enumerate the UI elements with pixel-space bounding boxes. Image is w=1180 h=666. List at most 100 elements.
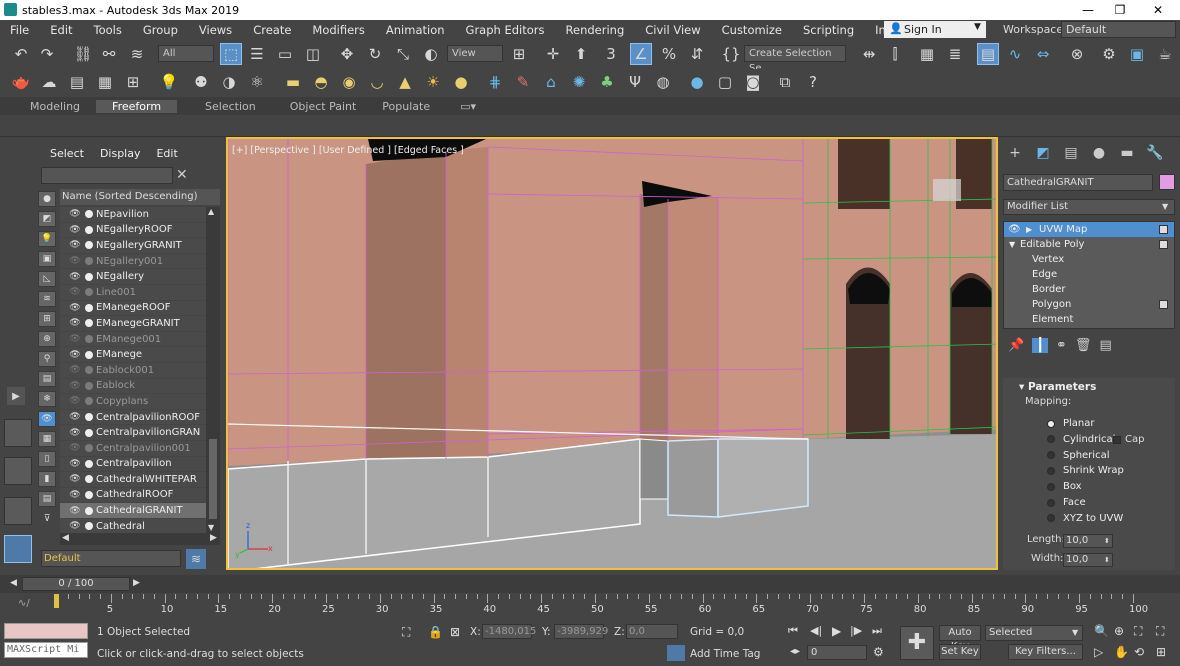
select-by-name-icon[interactable]: ☰ (246, 43, 268, 65)
goto-end-icon[interactable]: ⏭ (872, 624, 882, 638)
freeze-dot-icon[interactable] (85, 397, 93, 406)
freeze-dot-icon[interactable] (85, 428, 93, 437)
visibility-eye-icon[interactable]: 👁 (68, 459, 82, 469)
render-frame-icon[interactable]: ▤ (66, 71, 88, 93)
named-selection-dropdown[interactable]: Create Selection Se (744, 45, 846, 74)
modifier-stack-item[interactable]: ▼ Editable Poly (1004, 237, 1174, 252)
menu-scripting[interactable]: Scripting (793, 23, 865, 37)
scroll-right-icon[interactable]: ▶ (210, 533, 217, 543)
zoom-extents-all-icon[interactable]: ⛶ (1156, 624, 1164, 639)
scene-list-item[interactable]: 👁 EManege001 (60, 331, 206, 348)
freeze-dot-icon[interactable] (85, 381, 93, 390)
align-icon[interactable]: ⫿ (884, 43, 906, 65)
filter-frozen-icon[interactable]: ❄ (38, 391, 56, 407)
scene-list-item[interactable]: 👁 NEgallery001 (60, 253, 206, 270)
menu-graph-editors[interactable]: Graph Editors (456, 23, 556, 37)
render-window-icon[interactable]: ▢ (714, 71, 736, 93)
dome-primitive-icon[interactable]: ◓ (310, 71, 332, 93)
scene-list-item[interactable]: 👁 EManege (60, 347, 206, 363)
visibility-eye-icon[interactable]: 👁 (68, 381, 82, 391)
schematic-view-icon[interactable]: ⇔ (1032, 43, 1054, 65)
time-prev-icon[interactable]: ◀ (10, 578, 17, 588)
curve-editor-icon[interactable]: ∿ (1004, 43, 1026, 65)
z-coord-field[interactable]: 0,0 (626, 624, 678, 639)
environment-sphere-icon[interactable]: ● (686, 71, 708, 93)
filter-all-icon[interactable]: ▦ (38, 431, 56, 447)
freeze-dot-icon[interactable] (85, 350, 93, 359)
freeze-dot-icon[interactable] (85, 241, 93, 250)
layer-explorer-icon[interactable]: ≣ (944, 43, 966, 65)
create-tab-icon[interactable]: + (1004, 145, 1026, 161)
object-color-swatch[interactable] (1159, 174, 1175, 190)
menu-file[interactable]: File (0, 23, 40, 37)
ribbon-toggle-icon[interactable]: ▤ (977, 43, 999, 65)
teapot-icon[interactable]: 🫖 (10, 71, 32, 93)
freeze-dot-icon[interactable] (85, 490, 93, 499)
keyboard-shortcut-icon[interactable]: ⬆ (570, 43, 592, 65)
visibility-eye-icon[interactable]: 👁 (68, 225, 82, 235)
filter-lights-icon[interactable]: 💡 (38, 231, 56, 247)
mapping-radio[interactable]: Cylindrical (1047, 434, 1115, 445)
cap-checkbox[interactable]: Cap (1113, 434, 1144, 445)
visibility-eye-icon[interactable]: 👁 (68, 318, 82, 328)
maximize-viewport-icon[interactable]: ⊞ (1156, 645, 1166, 659)
filter-geometry-icon[interactable]: ● (38, 191, 56, 207)
tab-object-paint[interactable]: Object Paint (272, 100, 373, 113)
redo-icon[interactable]: ↷ (36, 43, 58, 65)
time-config-icon[interactable]: ⚙ (873, 645, 884, 659)
configure-modifier-sets-icon[interactable]: ▤ (1099, 338, 1111, 353)
tab-selection[interactable]: Selection (177, 100, 272, 113)
filter-xrefs-icon[interactable]: ⊕ (38, 331, 56, 347)
copy-icon[interactable]: ⧉ (774, 71, 796, 93)
time-tag-icon[interactable] (667, 645, 685, 661)
modifier-stack-item[interactable]: Vertex (1004, 252, 1174, 267)
y-coord-field[interactable]: -3989,929 (554, 624, 608, 639)
mapping-radio[interactable]: Spherical (1047, 450, 1109, 461)
funnel-icon[interactable]: ⊽ (38, 511, 56, 527)
curve-editor-mini-icon[interactable]: ∿/ (18, 598, 30, 609)
orbit-icon[interactable]: ⟲ (1134, 645, 1144, 659)
hierarchy-tab-icon[interactable]: ▤ (1060, 145, 1082, 161)
viewport-layout-1[interactable] (4, 419, 32, 447)
scene-list-item[interactable]: 👁 CathedralGRANIT (60, 503, 206, 519)
zoom-extents-icon[interactable]: ⛶ (1134, 624, 1142, 639)
viewport-layout-2[interactable] (4, 457, 32, 485)
visibility-eye-icon[interactable]: 👁 (68, 506, 82, 516)
freeze-dot-icon[interactable] (85, 475, 93, 484)
menu-views[interactable]: Views (189, 23, 243, 37)
minimize-button[interactable]: — (1070, 0, 1106, 20)
visibility-eye-icon[interactable]: 👁 (68, 209, 82, 219)
menu-animation[interactable]: Animation (376, 23, 456, 37)
make-unique-icon[interactable]: ⚭ (1056, 338, 1067, 353)
freeze-dot-icon[interactable] (85, 225, 93, 234)
maxscript-listener-pink[interactable] (4, 623, 88, 639)
scene-list-item[interactable]: 👁 Centralpavilion (60, 456, 206, 473)
plant-icon[interactable]: ♣ (596, 71, 618, 93)
ribbon-options-icon[interactable]: ▭▾ (446, 100, 492, 113)
hemisphere-icon[interactable]: ◑ (218, 71, 240, 93)
box-primitive-icon[interactable]: ▬ (282, 71, 304, 93)
collapse-arrow-icon[interactable]: ▼ (1009, 237, 1015, 252)
x-coord-field[interactable]: -1480,015 (482, 624, 536, 639)
scene-list-item[interactable]: 👁 CentralpavilionGRAN (60, 425, 206, 441)
parameters-header[interactable]: ▾ Parameters (1003, 378, 1175, 393)
mirror-icon[interactable]: ⇹ (858, 43, 880, 65)
perspective-viewport[interactable]: z x y [+] [Perspective ] [User Defined ]… (226, 137, 998, 570)
scene-list-item[interactable]: 👁 Centralpavilion001 (60, 440, 206, 457)
light-lister-icon[interactable]: 💡 (158, 71, 180, 93)
scene-list-item[interactable]: 👁 Cathedral (60, 518, 206, 533)
freeze-dot-icon[interactable] (85, 335, 93, 344)
visibility-eye-icon[interactable]: 👁 (68, 334, 82, 344)
scene-list-item[interactable]: 👁 CathedralROOF (60, 487, 206, 504)
set-key-big-button[interactable]: ✚ (900, 626, 934, 660)
cloud-icon[interactable]: ☁ (38, 71, 60, 93)
gizmo-icon[interactable]: ⚛ (246, 71, 268, 93)
visibility-eye-icon[interactable]: 👁 (68, 240, 82, 250)
material-editor-icon[interactable]: ⊗ (1066, 43, 1088, 65)
spinner-snap-icon[interactable]: ⇵ (686, 43, 708, 65)
filter-bones-icon[interactable]: ⚲ (38, 351, 56, 367)
batch-render-icon[interactable]: ▦ (94, 71, 116, 93)
modifier-stack-item[interactable]: Element (1004, 312, 1174, 327)
utilities-tab-icon[interactable]: 🔧 (1144, 145, 1166, 161)
set-key-button[interactable]: Set Key (939, 644, 981, 660)
